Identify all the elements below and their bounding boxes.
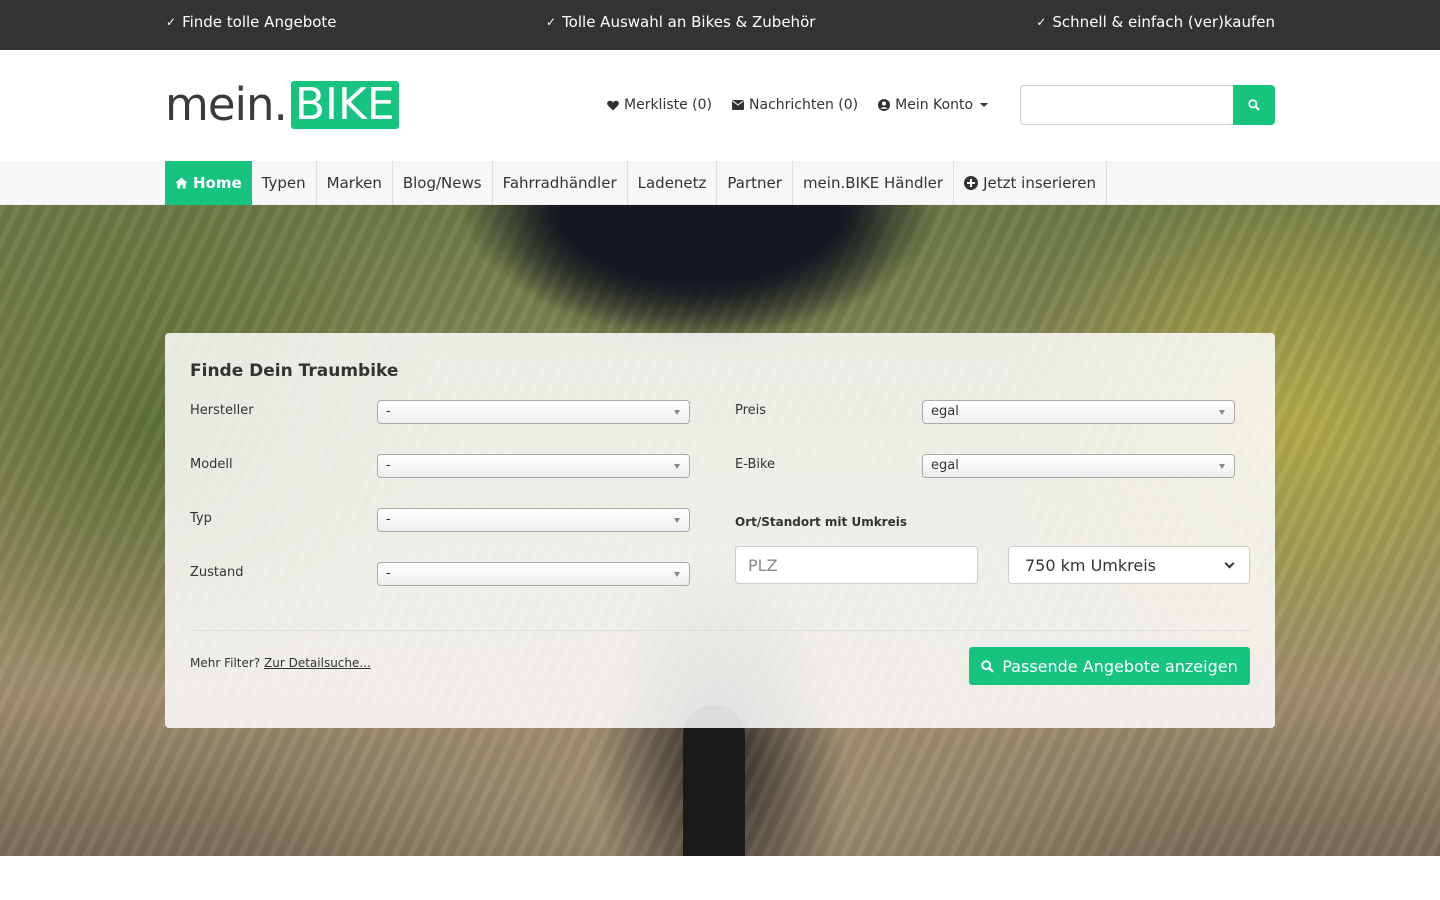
select-value: - [386, 566, 391, 581]
site-header: mein. BIKE Merkliste (0) Nachrichten (0)… [0, 50, 1440, 161]
radius-select[interactable]: 750 km Umkreis [1008, 546, 1250, 584]
search-button[interactable] [1233, 85, 1275, 125]
dropdown-arrow-icon [1219, 410, 1225, 415]
logo-text: mein. [165, 78, 288, 131]
caret-down-icon [980, 103, 989, 107]
check-icon: ✓ [1036, 15, 1047, 29]
account-label: Mein Konto [895, 97, 974, 113]
home-icon [175, 177, 188, 189]
logo-box-text: BIKE [294, 79, 395, 130]
usp-bar: ✓ Finde tolle Angebote ✓ Tolle Auswahl a… [0, 0, 1440, 50]
plz-input[interactable] [735, 546, 978, 584]
nav-item-inserieren[interactable]: Jetzt inserieren [954, 161, 1108, 205]
dropdown-arrow-icon [674, 518, 680, 523]
envelope-icon [732, 100, 745, 110]
usp-item: ✓ Tolle Auswahl an Bikes & Zubehör [546, 13, 815, 31]
more-filters: Mehr Filter? Zur Detailsuche... [190, 656, 371, 670]
show-offers-label: Passende Angebote anzeigen [1002, 656, 1238, 676]
wishlist-label: Merkliste (0) [624, 97, 713, 113]
detail-search-link[interactable]: Zur Detailsuche... [264, 656, 371, 670]
modell-select[interactable]: - [377, 454, 690, 478]
nav-item-label: Marken [326, 174, 382, 192]
radius-value: 750 km Umkreis [1025, 555, 1156, 575]
dropdown-arrow-icon [1219, 464, 1225, 469]
nav-item-label: Fahrradhändler [502, 174, 617, 192]
nav-item-blog[interactable]: Blog/News [393, 161, 493, 205]
chevron-down-icon [1224, 558, 1235, 568]
preis-select[interactable]: egal [922, 400, 1235, 424]
check-icon: ✓ [166, 15, 177, 29]
dropdown-arrow-icon [674, 572, 680, 577]
logo-box: BIKE [290, 79, 399, 130]
hero-rider [460, 205, 940, 335]
preis-label: Preis [735, 403, 767, 418]
nav-item-label: Blog/News [402, 174, 482, 192]
usp-item: ✓ Schnell & einfach (ver)kaufen [1036, 13, 1275, 31]
user-circle-icon [878, 99, 891, 111]
heart-icon [607, 100, 619, 110]
modell-label: Modell [190, 457, 233, 472]
usp-text: Tolle Auswahl an Bikes & Zubehör [562, 13, 816, 31]
account-menu[interactable]: Mein Konto [878, 97, 989, 113]
typ-label: Typ [190, 511, 212, 526]
panel-divider [190, 630, 1250, 631]
messages-link[interactable]: Nachrichten (0) [732, 97, 858, 113]
more-filters-text: Mehr Filter? [190, 656, 261, 670]
panel-title: Finde Dein Traumbike [190, 361, 399, 381]
nav-item-typen[interactable]: Typen [252, 161, 317, 205]
nav-item-label: Home [193, 174, 242, 192]
bike-search-panel: Finde Dein Traumbike Hersteller - Modell… [165, 333, 1275, 728]
select-value: - [386, 512, 391, 527]
ebike-label: E-Bike [735, 457, 776, 472]
nav-item-ladenetz[interactable]: Ladenetz [628, 161, 718, 205]
show-offers-button[interactable]: Passende Angebote anzeigen [969, 647, 1250, 685]
search-icon [1248, 99, 1260, 111]
nav-item-label: Partner [727, 174, 782, 192]
plus-circle-icon [964, 176, 979, 190]
select-value: - [386, 404, 391, 419]
nav-item-marken[interactable]: Marken [317, 161, 393, 205]
nav-item-label: Typen [261, 174, 306, 192]
zustand-select[interactable]: - [377, 562, 690, 586]
search-icon [981, 659, 994, 673]
dropdown-arrow-icon [674, 464, 680, 469]
hersteller-label: Hersteller [190, 403, 254, 418]
typ-select[interactable]: - [377, 508, 690, 532]
select-value: egal [931, 404, 959, 419]
messages-label: Nachrichten (0) [749, 97, 859, 113]
nav-item-haendler[interactable]: mein.BIKE Händler [793, 161, 955, 205]
select-value: - [386, 458, 391, 473]
nav-item-label: mein.BIKE Händler [802, 174, 944, 192]
select-value: egal [931, 458, 959, 473]
hersteller-select[interactable]: - [377, 400, 690, 424]
ebike-select[interactable]: egal [922, 454, 1235, 478]
header-search [1020, 85, 1275, 125]
nav-item-fahrradhaendler[interactable]: Fahrradhändler [493, 161, 628, 205]
nav-item-partner[interactable]: Partner [717, 161, 793, 205]
usp-text: Schnell & einfach (ver)kaufen [1052, 13, 1275, 31]
header-links: Merkliste (0) Nachrichten (0) Mein Konto [607, 97, 989, 113]
site-logo[interactable]: mein. BIKE [165, 81, 399, 129]
main-nav: Home Typen Marken Blog/News Fahrradhändl… [0, 161, 1440, 205]
nav-item-home[interactable]: Home [165, 161, 252, 205]
dropdown-arrow-icon [674, 410, 680, 415]
wishlist-link[interactable]: Merkliste (0) [607, 97, 712, 113]
zustand-label: Zustand [190, 565, 244, 580]
nav-item-label: Ladenetz [637, 174, 707, 192]
nav-item-label: Jetzt inserieren [983, 174, 1097, 192]
check-icon: ✓ [546, 15, 557, 29]
search-input[interactable] [1020, 85, 1233, 125]
usp-item: ✓ Finde tolle Angebote [166, 13, 337, 31]
usp-text: Finde tolle Angebote [182, 13, 337, 31]
location-label: Ort/Standort mit Umkreis [735, 515, 907, 529]
